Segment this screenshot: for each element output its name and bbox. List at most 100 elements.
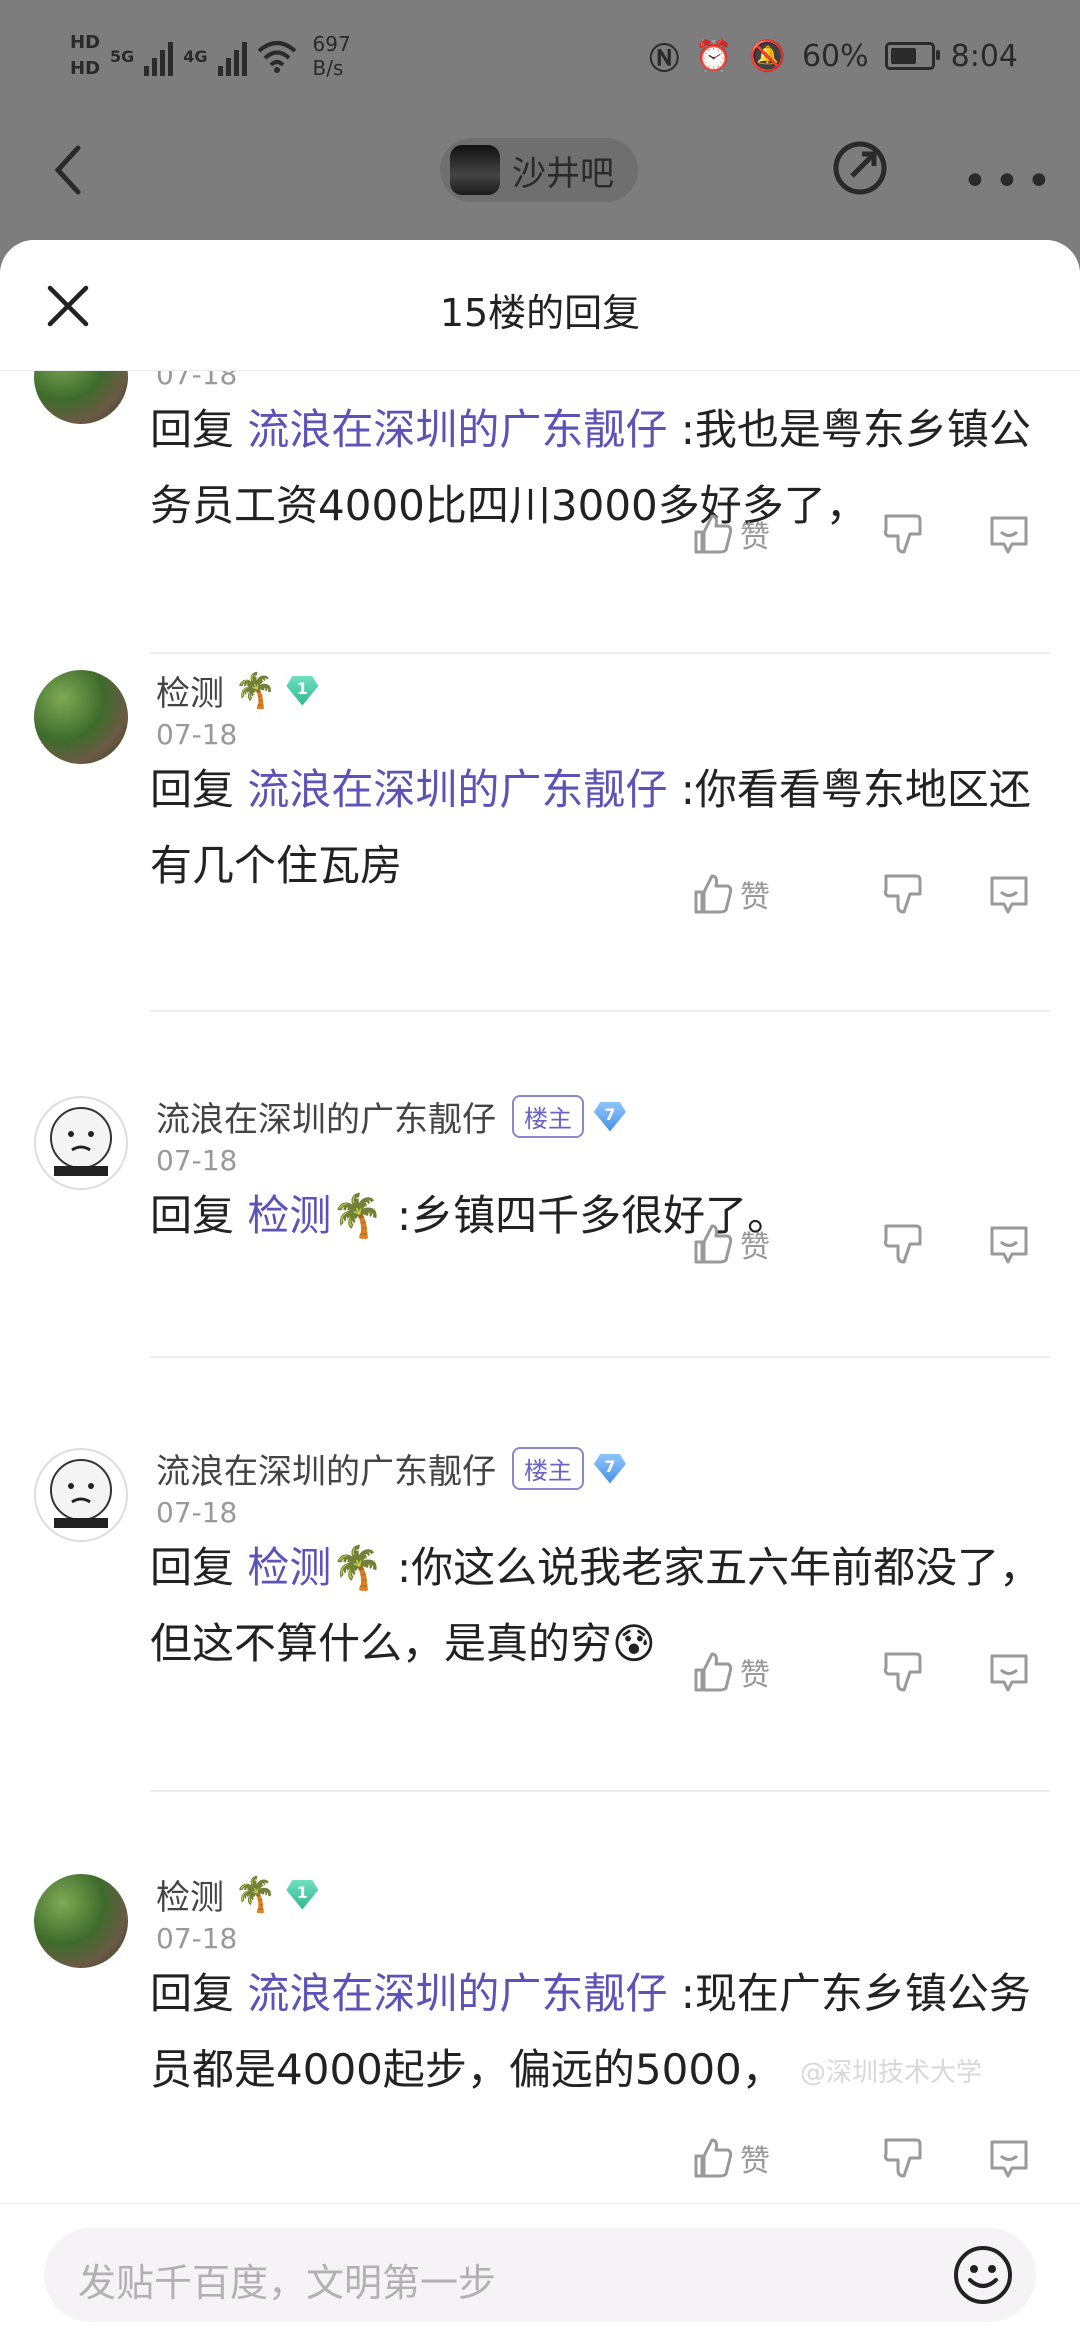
sheet-header: 15楼的回复 (0, 240, 1080, 371)
user-row: 检测 🌴 1 (156, 1870, 319, 1919)
thumbs-up-icon (694, 2138, 733, 2178)
share-icon[interactable] (830, 138, 890, 198)
like-label: 赞 (740, 520, 770, 555)
like-button[interactable]: 赞 (690, 2136, 770, 2180)
reply-actions: 赞 (690, 868, 1050, 928)
battery-percent: 60% (801, 38, 869, 74)
reply-list[interactable]: 07-18 回复 流浪在深圳的广东靓仔 :我也是粤东乡镇公务员工资4000比四川… (0, 370, 1080, 2210)
reply-actions: 赞 (690, 1646, 1050, 1706)
username[interactable]: 流浪在深圳的广东靓仔 (156, 1092, 496, 1141)
thumbs-up-icon (694, 514, 733, 554)
reply-prefix: 回复 (150, 765, 235, 814)
reply-prefix: 回复 (150, 405, 235, 454)
divider (150, 1356, 1050, 1358)
page-header: 沙井吧 ••• (0, 120, 1080, 220)
reply-prefix: 回复 (150, 1969, 235, 2018)
network-type: 4G (183, 46, 208, 66)
reply-input[interactable]: 发贴千百度，文明第一步 (44, 2228, 1036, 2322)
input-placeholder: 发贴千百度，文明第一步 (78, 2261, 497, 2305)
op-badge: 楼主 (512, 1095, 584, 1138)
comment-icon[interactable] (986, 872, 1032, 916)
like-button[interactable]: 赞 (690, 512, 770, 556)
comment-icon[interactable] (986, 1222, 1032, 1266)
mute-icon: 🔕 (748, 38, 786, 74)
comment-icon[interactable] (986, 2136, 1032, 2180)
replies-sheet: 15楼的回复 07-18 回复 流浪在深圳的广东靓仔 :我也是粤东乡镇公务员工资… (0, 240, 1080, 2340)
status-bar: HD HD 5G 4G 697 B/s Ⓝ ⏰ 🔕 60% 8:04 (0, 0, 1080, 120)
reply-actions: 赞 (690, 1218, 1050, 1278)
hd-indicator: HD (70, 32, 101, 53)
avatar[interactable] (34, 1448, 128, 1542)
alarm-icon: ⏰ (695, 38, 733, 74)
dislike-icon[interactable] (880, 1222, 924, 1266)
op-badge: 楼主 (512, 1447, 584, 1490)
divider (150, 652, 1050, 654)
mention-link[interactable]: 流浪在深圳的广东靓仔 (247, 405, 667, 454)
thumbs-up-icon (694, 1224, 733, 1264)
more-icon[interactable]: ••• (962, 156, 1058, 207)
clock: 8:04 (950, 38, 1018, 74)
user-row: 流浪在深圳的广东靓仔 楼主 7 (156, 1092, 626, 1141)
username[interactable]: 检测 (156, 666, 224, 715)
user-emoji: 🌴 (234, 1874, 277, 1915)
user-emoji: 🌴 (234, 670, 277, 711)
hd-indicator: HD (70, 58, 101, 79)
meme-face-icon (50, 1459, 112, 1528)
thumbs-up-icon (694, 1652, 733, 1692)
network-type: 5G (110, 46, 135, 66)
signal-icon (144, 36, 174, 76)
thumbs-up-icon (694, 874, 733, 914)
forum-name: 沙井吧 (512, 153, 614, 194)
reply-prefix: 回复 (150, 1191, 235, 1240)
dislike-icon[interactable] (880, 872, 924, 916)
username[interactable]: 检测 (156, 1870, 224, 1919)
avatar[interactable] (34, 1874, 128, 1968)
user-row: 检测 🌴 1 (156, 666, 319, 715)
level-icon: 7 (594, 1453, 626, 1484)
net-speed-unit: B/s (312, 56, 344, 80)
level-icon: 1 (286, 675, 319, 706)
like-label: 赞 (740, 1230, 770, 1265)
mention-link[interactable]: 流浪在深圳的广东靓仔 (247, 1969, 667, 2018)
like-label: 赞 (740, 880, 770, 915)
dislike-icon[interactable] (880, 2136, 924, 2180)
reply-date: 07-18 (156, 370, 238, 391)
back-icon[interactable] (48, 142, 88, 198)
reply-date: 07-18 (156, 718, 238, 751)
level-icon: 1 (286, 1879, 319, 1910)
battery-icon (884, 42, 940, 70)
dislike-icon[interactable] (880, 512, 924, 556)
signal-icon (217, 36, 247, 76)
comment-icon[interactable] (986, 1650, 1032, 1694)
forum-pill[interactable]: 沙井吧 (440, 138, 638, 202)
net-speed-value: 697 (312, 32, 351, 56)
reply-date: 07-18 (156, 1922, 238, 1955)
avatar[interactable] (34, 370, 128, 424)
user-row: 流浪在深圳的广东靓仔 楼主 7 (156, 1444, 626, 1493)
like-label: 赞 (740, 1658, 770, 1693)
reply-date: 07-18 (156, 1496, 238, 1529)
meme-face-icon (50, 1107, 112, 1176)
avatar[interactable] (34, 670, 128, 764)
mention-link[interactable]: 检测🌴 (247, 1543, 383, 1592)
divider (150, 1010, 1050, 1012)
wifi-icon (257, 41, 296, 73)
forum-logo (450, 145, 500, 195)
reply-prefix: 回复 (150, 1543, 235, 1592)
nfc-icon: Ⓝ (649, 42, 680, 77)
reply-input-bar: 发贴千百度，文明第一步 (0, 2203, 1080, 2340)
divider (150, 1790, 1050, 1792)
emoji-icon[interactable] (952, 2244, 1014, 2306)
like-button[interactable]: 赞 (690, 872, 770, 916)
comment-icon[interactable] (986, 512, 1032, 556)
like-button[interactable]: 赞 (690, 1222, 770, 1266)
mention-link[interactable]: 流浪在深圳的广东靓仔 (247, 765, 667, 814)
reply-actions: 赞 (690, 2132, 1050, 2192)
like-button[interactable]: 赞 (690, 1650, 770, 1694)
reply-date: 07-18 (156, 1144, 238, 1177)
dislike-icon[interactable] (880, 1650, 924, 1694)
avatar[interactable] (34, 1096, 128, 1190)
mention-link[interactable]: 检测🌴 (247, 1191, 383, 1240)
username[interactable]: 流浪在深圳的广东靓仔 (156, 1444, 496, 1493)
watermark: @深圳技术大学 (800, 2058, 983, 2088)
